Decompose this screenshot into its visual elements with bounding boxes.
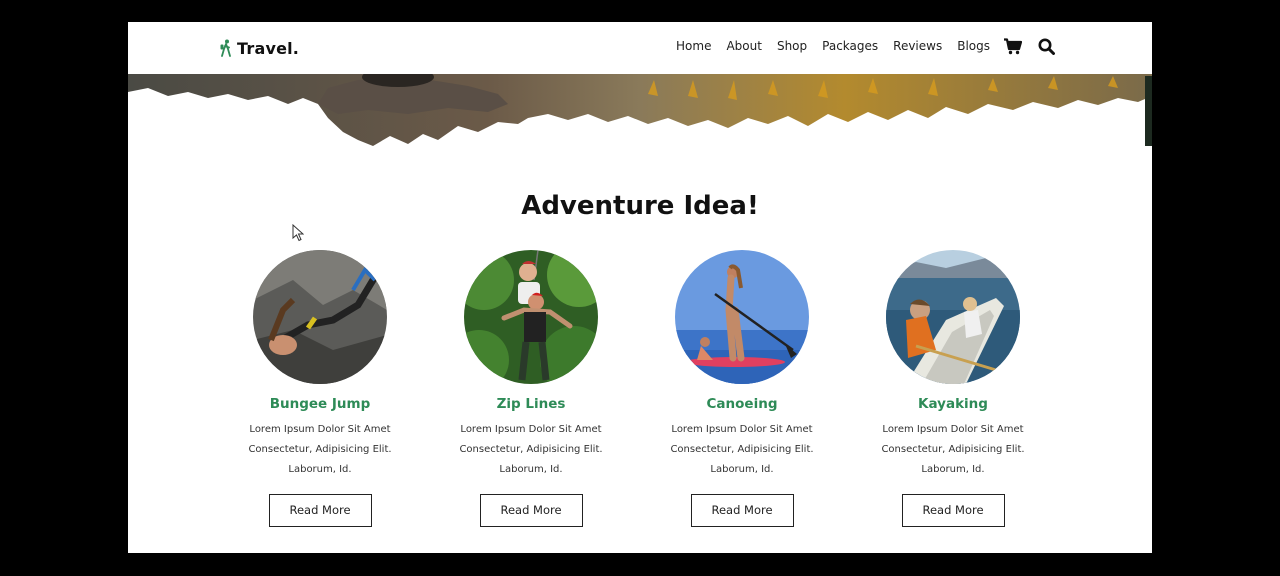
- main-nav: Home About Shop Packages Reviews Blogs: [676, 39, 990, 53]
- card-title: Canoeing: [706, 396, 778, 412]
- banner-torn-edge: [128, 74, 1152, 146]
- canoeing-image: [675, 250, 809, 384]
- read-more-button[interactable]: Read More: [479, 494, 583, 527]
- card-text-line: Lorem Ipsum Dolor Sit Amet: [671, 424, 813, 435]
- nav-about[interactable]: About: [726, 39, 761, 53]
- logo-text: Travel.: [237, 38, 300, 58]
- read-more-button[interactable]: Read More: [268, 494, 372, 527]
- card-text-line: Lorem Ipsum Dolor Sit Amet: [882, 424, 1024, 435]
- nav-shop[interactable]: Shop: [777, 39, 807, 53]
- card-title: Zip Lines: [496, 396, 566, 412]
- header-icons: [1004, 38, 1055, 55]
- read-more-button[interactable]: Read More: [901, 494, 1005, 527]
- mouse-pointer-icon: [292, 224, 304, 242]
- read-more-button[interactable]: Read More: [690, 494, 794, 527]
- hiker-logo-icon: [220, 39, 231, 57]
- card-bungee-jump: Bungee Jump Lorem Ipsum Dolor Sit Amet C…: [225, 250, 415, 527]
- card-text-line: Laborum, Id.: [921, 464, 985, 475]
- card-text-line: Lorem Ipsum Dolor Sit Amet: [460, 424, 602, 435]
- card-text-line: Laborum, Id.: [710, 464, 774, 475]
- card-zip-lines: Zip Lines Lorem Ipsum Dolor Sit Amet Con…: [436, 250, 626, 527]
- nav-packages[interactable]: Packages: [822, 39, 878, 53]
- card-text-line: Consectetur, Adipisicing Elit.: [670, 444, 814, 455]
- card-kayaking: Kayaking Lorem Ipsum Dolor Sit Amet Cons…: [858, 250, 1048, 527]
- page: Travel. Home About Shop Packages Reviews…: [128, 22, 1152, 553]
- card-text-line: Laborum, Id.: [499, 464, 563, 475]
- card-description: Lorem Ipsum Dolor Sit Amet Consectetur, …: [225, 420, 415, 480]
- scrollbar-edge: [1145, 76, 1152, 146]
- section-title: Adventure Idea!: [521, 191, 759, 221]
- kayaking-image: [886, 250, 1020, 384]
- nav-home[interactable]: Home: [676, 39, 711, 53]
- bungee-jump-image: [253, 250, 387, 384]
- card-text-line: Consectetur, Adipisicing Elit.: [248, 444, 392, 455]
- card-title: Bungee Jump: [269, 396, 371, 412]
- card-text-line: Consectetur, Adipisicing Elit.: [459, 444, 603, 455]
- card-canoeing: Canoeing Lorem Ipsum Dolor Sit Amet Cons…: [647, 250, 837, 527]
- card-title: Kayaking: [918, 396, 988, 412]
- nav-reviews[interactable]: Reviews: [893, 39, 942, 53]
- nav-blogs[interactable]: Blogs: [957, 39, 990, 53]
- search-icon[interactable]: [1038, 38, 1055, 55]
- cart-icon[interactable]: [1004, 38, 1022, 55]
- card-text-line: Lorem Ipsum Dolor Sit Amet: [249, 424, 391, 435]
- site-header: Travel. Home About Shop Packages Reviews…: [128, 22, 1152, 74]
- adventure-cards: Bungee Jump Lorem Ipsum Dolor Sit Amet C…: [128, 250, 1152, 540]
- card-description: Lorem Ipsum Dolor Sit Amet Consectetur, …: [647, 420, 837, 480]
- logo[interactable]: Travel.: [219, 37, 299, 59]
- card-text-line: Consectetur, Adipisicing Elit.: [881, 444, 1025, 455]
- zip-lines-image: [464, 250, 598, 384]
- card-description: Lorem Ipsum Dolor Sit Amet Consectetur, …: [436, 420, 626, 480]
- card-description: Lorem Ipsum Dolor Sit Amet Consectetur, …: [858, 420, 1048, 480]
- card-text-line: Laborum, Id.: [288, 464, 352, 475]
